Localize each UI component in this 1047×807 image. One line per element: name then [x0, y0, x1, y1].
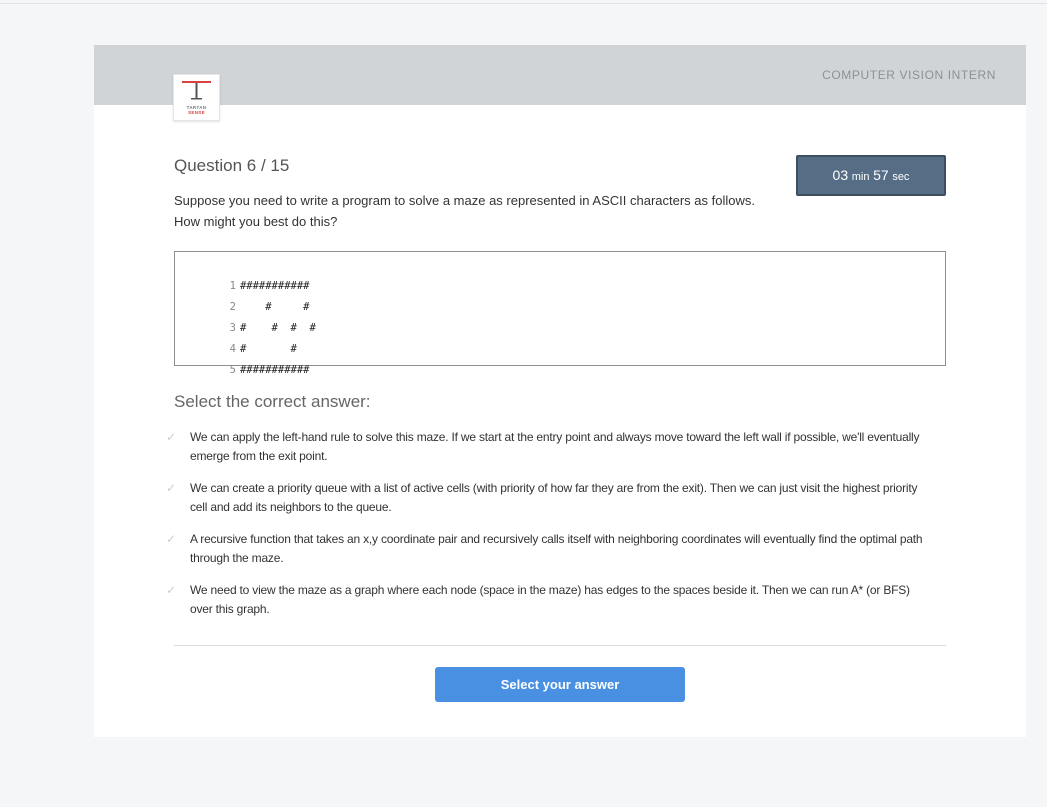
countdown-timer: 03 min 57 sec — [796, 155, 946, 196]
tartansense-t-logo-icon — [182, 81, 211, 100]
code-line: 3 # # # # — [175, 297, 316, 334]
role-title: COMPUTER VISION INTERN — [822, 68, 996, 82]
code-line: 2 # # — [175, 276, 310, 313]
answer-option-text[interactable]: We can apply the left-hand rule to solve… — [190, 428, 926, 466]
code-block: 1 ########### 2 # # 3 # # # # 4 # # 5 ######… — [174, 251, 946, 376]
line-number: 5 — [229, 364, 236, 376]
answer-option-3[interactable]: ✓ A recursive function that takes an x,y… — [166, 530, 926, 568]
timer-minutes: 03 — [832, 167, 849, 183]
checkmark-icon: ✓ — [166, 532, 177, 546]
question-text-line2: How might you best do this? — [174, 214, 338, 229]
answers-heading: Select the correct answer: — [174, 392, 371, 411]
top-border — [0, 0, 1047, 4]
question-number: Question 6 / 15 — [174, 156, 290, 175]
checkmark-icon: ✓ — [166, 481, 177, 495]
code-text: ########### — [239, 364, 310, 376]
answer-option-2[interactable]: ✓ We can create a priority queue with a … — [166, 479, 926, 517]
card-header: COMPUTER VISION INTERN — [94, 45, 1026, 105]
answer-option-text[interactable]: We need to view the maze as a graph wher… — [190, 581, 926, 619]
question-text: Suppose you need to write a program to s… — [174, 190, 814, 232]
code-line: 5 ########### — [175, 339, 310, 376]
select-answer-button[interactable]: Select your answer — [435, 667, 685, 702]
checkmark-icon: ✓ — [166, 583, 177, 597]
checkmark-icon: ✓ — [166, 430, 177, 444]
question-text-line1: Suppose you need to write a program to s… — [174, 193, 755, 208]
code-line: 1 ########### — [175, 255, 310, 292]
answer-option-text[interactable]: We can create a priority queue with a li… — [190, 479, 926, 517]
logo-text-line2: SENSE — [188, 110, 205, 115]
divider — [174, 645, 946, 646]
answer-option-text[interactable]: A recursive function that takes an x,y c… — [190, 530, 926, 568]
timer-sec-label: sec — [892, 171, 910, 183]
answer-option-1[interactable]: ✓ We can apply the left-hand rule to sol… — [166, 428, 926, 466]
timer-min-label: min — [851, 171, 870, 183]
assessment-card: COMPUTER VISION INTERN TARTAN SENSE Ques… — [94, 45, 1026, 737]
timer-seconds: 57 — [873, 167, 889, 183]
code-line: 4 # # — [175, 318, 297, 355]
company-logo: TARTAN SENSE — [173, 74, 220, 121]
answer-option-4[interactable]: ✓ We need to view the maze as a graph wh… — [166, 581, 926, 619]
